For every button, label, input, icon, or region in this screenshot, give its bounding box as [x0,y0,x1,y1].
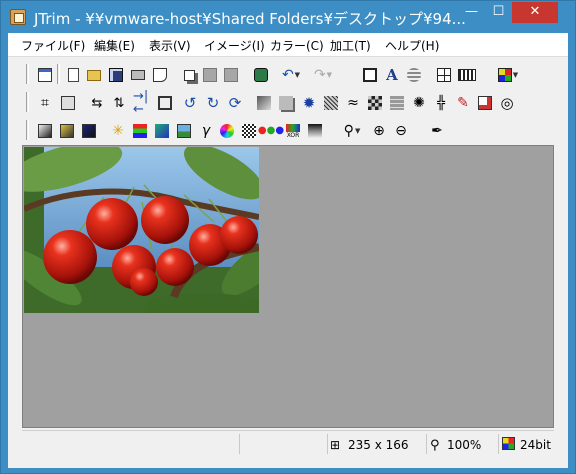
toolbar-grip[interactable] [26,64,29,84]
crop-icon[interactable]: ⌗ [35,93,55,113]
sunburst-icon[interactable]: ✹ [299,93,319,113]
pencil-icon[interactable]: ✎ [453,93,473,113]
grid-layout-icon[interactable] [434,65,454,85]
print-preview-icon[interactable] [150,65,170,85]
app-icon[interactable] [10,9,26,25]
noise-icon[interactable] [321,93,341,113]
spiral-icon[interactable]: ◎ [497,93,517,113]
redo-icon[interactable]: ↷ ▼ [310,65,336,85]
color-depth-text: 24bit [520,438,551,452]
image-canvas[interactable] [22,145,554,428]
menu-edit[interactable]: 編集(E) [94,37,135,54]
gamma-icon[interactable]: γ [196,121,216,141]
color-balance-icon[interactable] [152,121,172,141]
menu-image[interactable]: イメージ(I) [204,37,265,54]
wave-icon[interactable]: ≈ [343,93,363,113]
brick-icon[interactable] [387,93,407,113]
toolbar-row-2: ⌗ ⇆ ⇅ →|← ↺ ↻ ⟳ ✹ ≈ ✺ ╬ ✎ ◎ [8,89,568,117]
checker-icon[interactable] [239,121,259,141]
eyedropper-icon[interactable]: ✒ [427,121,447,141]
emboss-icon[interactable] [254,93,274,113]
menu-process[interactable]: 加工(T) [330,37,371,54]
text-icon[interactable]: A [382,65,402,85]
client-area: ファイル(F) 編集(E) 表示(V) イメージ(I) カラー(C) 加工(T)… [8,33,568,468]
capture-icon[interactable] [251,65,271,85]
rgb-bars-icon[interactable] [130,121,150,141]
close-button[interactable]: ✕ [512,2,558,23]
navy-gradient-icon[interactable] [79,121,99,141]
radial-blur-icon[interactable]: ✺ [409,93,429,113]
gold-gradient-icon[interactable] [57,121,77,141]
zoom-level-text: 100% [447,438,482,452]
minimize-button[interactable]: — [458,2,485,23]
toolbar-grip[interactable] [26,120,29,140]
color-depth-icon [502,437,515,450]
resize-icon[interactable] [58,93,78,113]
menu-help[interactable]: ヘルプ(H) [385,37,439,54]
image-size-text: 235 x 166 [348,438,409,452]
menu-view[interactable]: 表示(V) [149,37,191,54]
zoom-icon: ⚲ [430,438,440,453]
menu-color[interactable]: カラー(C) [270,37,324,54]
flip-vertical-icon[interactable]: ⇅ [109,93,129,113]
rotate-icon[interactable]: ⟳ [225,93,245,113]
toolbar-row-3: ✳ γ ●●● XOR ⚲ ▼ ⊕ ⊖ ✒ [8,117,568,145]
copy-icon[interactable] [179,65,199,85]
print-icon[interactable] [128,65,148,85]
zoom-out-icon[interactable]: ⊖ [391,121,411,141]
mirror-icon[interactable]: →|← [133,90,153,116]
title-bar[interactable]: JTrim - ¥¥vmware-host¥Shared Folders¥デスク… [1,1,575,33]
color-wheel-icon[interactable] [217,121,237,141]
rotate-right-90-icon[interactable]: ↻ [203,93,223,113]
cherry-photo[interactable] [24,147,259,313]
paste-icon[interactable] [200,65,220,85]
window-title: JTrim - ¥¥vmware-host¥Shared Folders¥デスク… [34,10,466,28]
toolbar-row-1: ↶ ▼ ↷ ▼ A ▼ [8,61,568,89]
new-file-icon[interactable] [63,65,83,85]
app-window: JTrim - ¥¥vmware-host¥Shared Folders¥デスク… [0,0,576,474]
image-size-icon: ⊞ [330,438,341,452]
mosaic-icon[interactable] [365,93,385,113]
zoom-dropdown-icon[interactable]: ⚲ ▼ [339,121,365,141]
menu-bar: ファイル(F) 編集(E) 表示(V) イメージ(I) カラー(C) 加工(T)… [8,33,568,57]
rgb-dots-icon[interactable]: ●●● [258,121,284,141]
toolbar-grip[interactable] [57,64,60,84]
undo-icon[interactable]: ↶ ▼ [278,65,304,85]
open-folder-icon[interactable] [84,65,104,85]
flip-horizontal-icon[interactable]: ⇆ [87,93,107,113]
maximize-button[interactable]: ☐ [485,2,512,23]
zoom-in-icon[interactable]: ⊕ [369,121,389,141]
menu-file[interactable]: ファイル(F) [21,37,85,54]
spray-icon[interactable] [404,65,424,85]
thumbnail-icon[interactable] [35,65,55,85]
gradient-bars-icon[interactable] [305,121,325,141]
toolbar-grip[interactable] [26,92,29,112]
gray-gradient-icon[interactable] [35,121,55,141]
shadow-icon[interactable] [276,93,296,113]
film-strip-icon[interactable] [457,65,477,85]
save-icon[interactable] [106,65,126,85]
status-bar: ⊞ 235 x 166 ⚲ 100% 24bit [22,430,554,456]
stamp-icon[interactable] [475,93,495,113]
fit-window-icon[interactable] [360,65,380,85]
palette-dropdown-icon[interactable]: ▼ [494,65,522,85]
margin-icon[interactable] [155,93,175,113]
picture-icon[interactable] [174,121,194,141]
xor-icon[interactable]: XOR [283,121,303,141]
rotate-left-90-icon[interactable]: ↺ [180,93,200,113]
cherry-image [24,147,259,313]
sparkle-icon[interactable]: ✳ [108,121,128,141]
paste-new-icon[interactable] [221,65,241,85]
cross-icon[interactable]: ╬ [431,93,451,113]
